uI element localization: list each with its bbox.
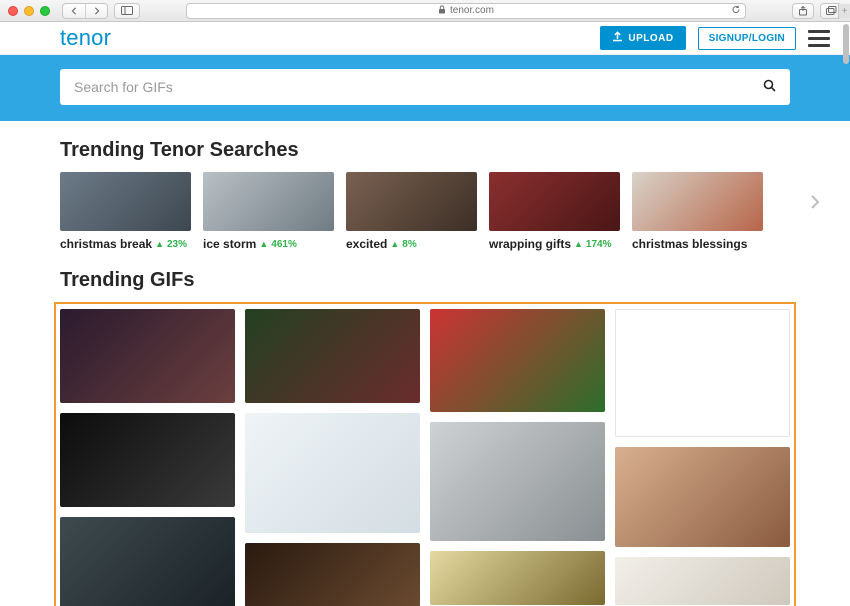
- gif-column: [60, 309, 235, 606]
- back-button[interactable]: [63, 4, 85, 18]
- menu-icon[interactable]: [808, 30, 830, 47]
- trending-search-pct: 23%: [167, 239, 187, 250]
- upload-button-label: UPLOAD: [628, 33, 673, 44]
- trending-search-card[interactable]: wrapping gifts▲174%: [489, 172, 620, 251]
- trending-search-label: ice storm▲461%: [203, 237, 334, 251]
- scrollbar[interactable]: [843, 24, 849, 64]
- trending-searches-title: Trending Tenor Searches: [60, 139, 790, 162]
- gif-tile[interactable]: [615, 309, 790, 437]
- close-window-icon[interactable]: [8, 6, 18, 16]
- content: Trending Tenor Searches christmas break▲…: [0, 139, 850, 606]
- trend-up-icon: ▲: [574, 239, 583, 249]
- trending-search-card[interactable]: ice storm▲461%: [203, 172, 334, 251]
- upload-icon: [612, 31, 623, 45]
- trending-search-label: wrapping gifts▲174%: [489, 237, 620, 251]
- trend-up-icon: ▲: [390, 239, 399, 249]
- gif-tile[interactable]: [60, 309, 235, 403]
- zoom-window-icon[interactable]: [40, 6, 50, 16]
- trending-searches-row: christmas break▲23%ice storm▲461%excited…: [60, 172, 790, 251]
- search-box[interactable]: [60, 69, 790, 105]
- trend-up-icon: ▲: [155, 239, 164, 249]
- browser-chrome: tenor.com +: [0, 0, 850, 22]
- window-controls: [8, 6, 50, 16]
- trending-search-thumb[interactable]: [346, 172, 477, 231]
- lock-icon: [438, 5, 446, 17]
- trending-gifs-title: Trending GIFs: [60, 269, 790, 292]
- gif-tile[interactable]: [60, 517, 235, 606]
- trending-search-card[interactable]: christmas blessings: [632, 172, 763, 251]
- page-scroll: tenor UPLOAD SIGNUP/LOGIN: [0, 22, 850, 606]
- gif-tile[interactable]: [245, 309, 420, 403]
- header-row: tenor UPLOAD SIGNUP/LOGIN: [0, 22, 850, 55]
- gif-tile[interactable]: [60, 413, 235, 507]
- gif-tile[interactable]: [245, 543, 420, 606]
- trending-search-text: wrapping gifts: [489, 237, 571, 251]
- trending-search-card[interactable]: christmas break▲23%: [60, 172, 191, 251]
- header-actions: UPLOAD SIGNUP/LOGIN: [600, 26, 830, 50]
- new-tab-button[interactable]: +: [838, 4, 850, 18]
- trending-search-label: excited▲8%: [346, 237, 477, 251]
- chrome-right-group: [792, 3, 842, 19]
- gif-tile[interactable]: [245, 413, 420, 533]
- gif-column: [245, 309, 420, 606]
- gif-column: [615, 309, 790, 606]
- trending-search-pct: 461%: [271, 239, 297, 250]
- gif-tile[interactable]: [430, 551, 605, 605]
- trending-search-text: christmas break: [60, 237, 152, 251]
- address-bar[interactable]: tenor.com: [186, 3, 746, 19]
- trending-search-text: christmas blessings: [632, 237, 747, 251]
- trending-search-thumb[interactable]: [632, 172, 763, 231]
- trending-gifs-highlight: [54, 302, 796, 606]
- share-button[interactable]: [792, 3, 814, 19]
- auth-button-label: SIGNUP/LOGIN: [709, 33, 785, 44]
- chevron-right-icon[interactable]: [810, 194, 820, 215]
- search-input[interactable]: [74, 79, 763, 95]
- upload-button[interactable]: UPLOAD: [600, 26, 685, 50]
- trend-up-icon: ▲: [259, 239, 268, 249]
- gif-column: [430, 309, 605, 606]
- gif-tile[interactable]: [430, 422, 605, 541]
- search-wrap: [0, 55, 850, 121]
- trending-search-pct: 8%: [402, 239, 416, 250]
- trending-search-thumb[interactable]: [203, 172, 334, 231]
- trending-search-text: excited: [346, 237, 387, 251]
- header-band: tenor UPLOAD SIGNUP/LOGIN: [0, 22, 850, 121]
- minimize-window-icon[interactable]: [24, 6, 34, 16]
- trending-search-thumb[interactable]: [489, 172, 620, 231]
- trending-search-thumb[interactable]: [60, 172, 191, 231]
- nav-back-forward: [62, 3, 108, 19]
- gif-tile[interactable]: [615, 447, 790, 547]
- auth-button[interactable]: SIGNUP/LOGIN: [698, 27, 796, 50]
- reload-icon[interactable]: [731, 4, 741, 17]
- search-icon[interactable]: [763, 79, 776, 95]
- trending-search-label: christmas break▲23%: [60, 237, 191, 251]
- sidebar-toggle[interactable]: [114, 3, 140, 19]
- address-bar-host: tenor.com: [450, 5, 494, 16]
- forward-button[interactable]: [85, 4, 107, 18]
- trending-search-card[interactable]: excited▲8%: [346, 172, 477, 251]
- trending-search-label: christmas blessings: [632, 237, 763, 251]
- brand-logo[interactable]: tenor: [60, 25, 111, 51]
- gif-tile[interactable]: [430, 309, 605, 412]
- trending-search-pct: 174%: [586, 239, 612, 250]
- trending-search-text: ice storm: [203, 237, 256, 251]
- gif-tile[interactable]: [615, 557, 790, 605]
